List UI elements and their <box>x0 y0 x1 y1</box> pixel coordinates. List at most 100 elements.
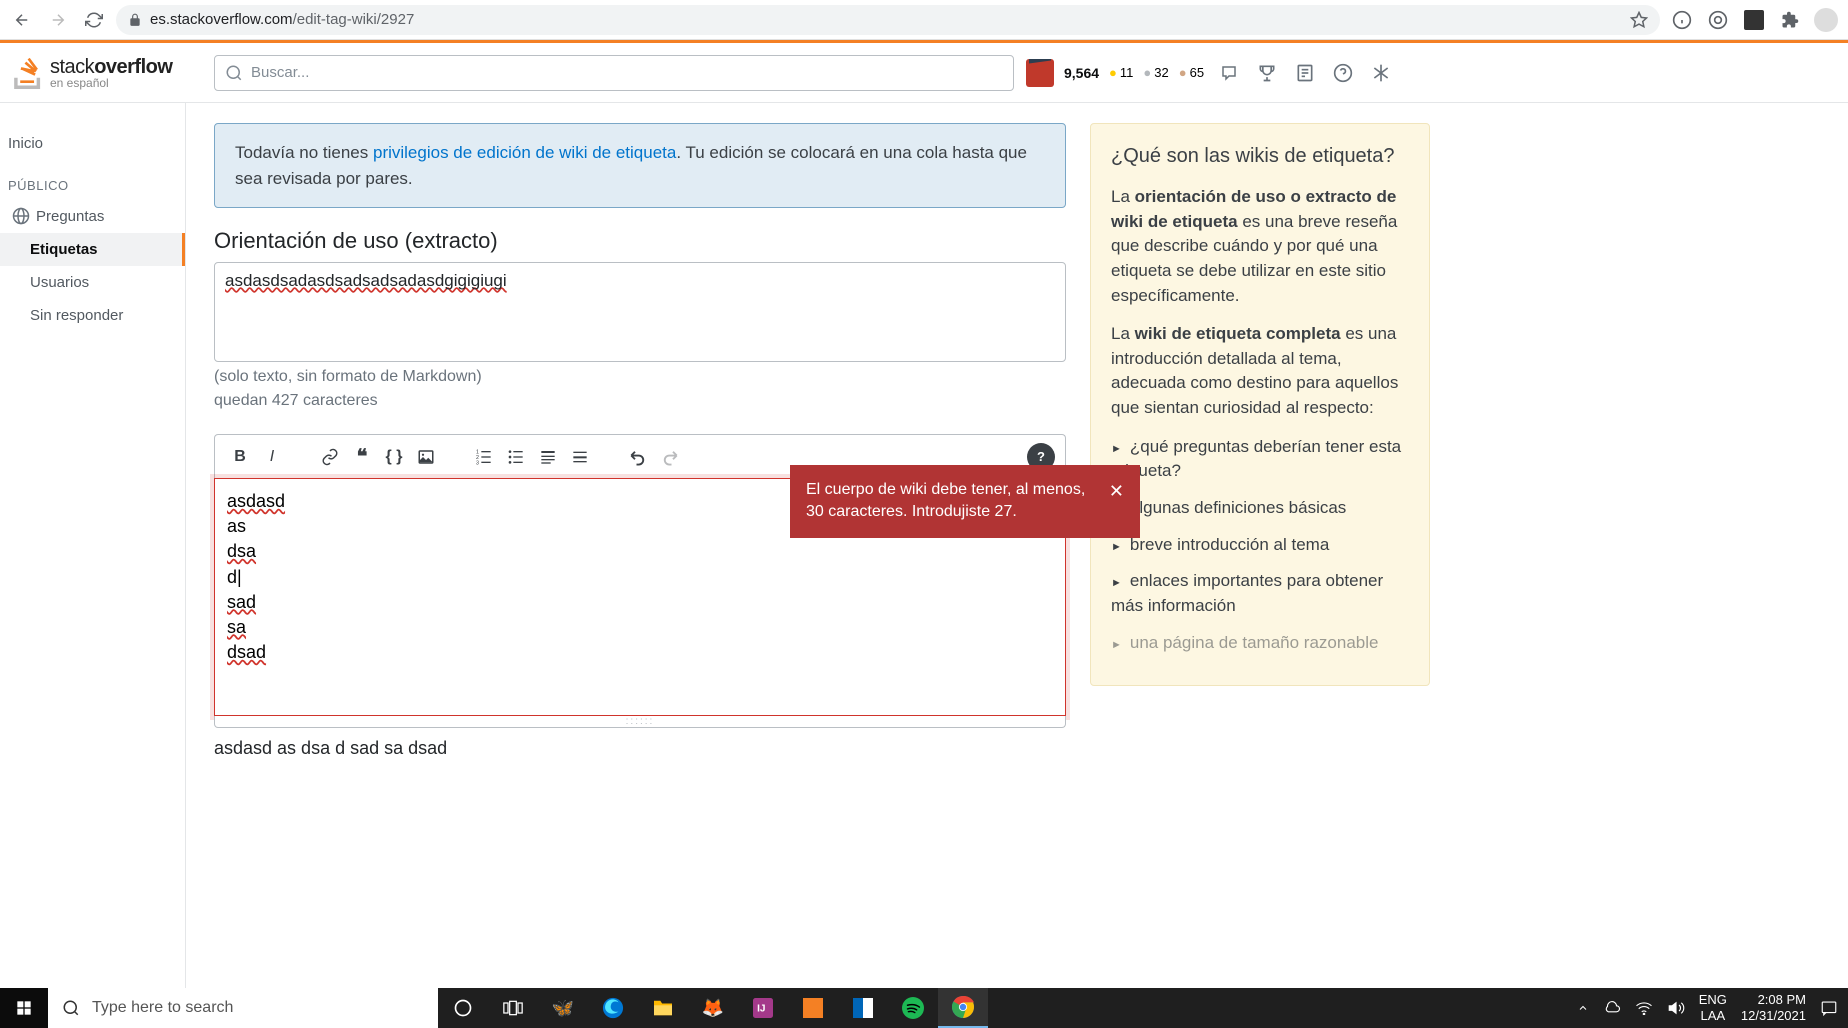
lock-icon <box>128 13 142 27</box>
search-icon <box>225 64 243 82</box>
privilege-notice: Todavía no tienes privilegios de edición… <box>214 123 1066 208</box>
silver-badges: 32 <box>1143 65 1168 80</box>
notifications-icon[interactable] <box>1820 999 1838 1017</box>
error-close-button[interactable]: ✕ <box>1109 479 1124 504</box>
logo-icon <box>12 57 44 89</box>
edge-icon[interactable] <box>588 988 638 1028</box>
profile-avatar-icon[interactable] <box>1812 6 1840 34</box>
code-button[interactable]: { } <box>379 442 409 472</box>
help-li-1: ¿qué preguntas deberían tener esta etiqu… <box>1111 435 1409 484</box>
info-icon[interactable] <box>1668 6 1696 34</box>
app-icon[interactable]: 🦋 <box>538 988 588 1028</box>
url-text: es.stackoverflow.com/edit-tag-wiki/2927 <box>150 11 414 28</box>
preview-text: asdasd as dsa d sad sa dsad <box>214 738 1066 759</box>
browser-toolbar: es.stackoverflow.com/edit-tag-wiki/2927 <box>0 0 1848 40</box>
svg-text:IJ: IJ <box>757 1003 765 1014</box>
olist-button[interactable]: 123 <box>469 442 499 472</box>
tray-date[interactable]: 12/31/2021 <box>1741 1008 1806 1024</box>
start-button[interactable] <box>0 988 48 1028</box>
hr-button[interactable] <box>565 442 595 472</box>
left-sidebar: Inicio PÚBLICO Preguntas Etiquetas Usuar… <box>0 103 186 988</box>
ide-icon[interactable]: IJ <box>738 988 788 1028</box>
excerpt-chars-remaining: quedan 427 caracteres <box>214 392 1066 410</box>
wifi-icon[interactable] <box>1635 1001 1653 1015</box>
volume-icon[interactable] <box>1667 1000 1685 1016</box>
app-icon-3[interactable] <box>838 988 888 1028</box>
brand-b: overflow <box>94 56 172 78</box>
review-icon[interactable] <box>1292 60 1318 86</box>
tray-lang[interactable]: ENG <box>1699 992 1727 1008</box>
cortana-icon[interactable] <box>438 988 488 1028</box>
extensions-puzzle-icon[interactable] <box>1776 6 1804 34</box>
taskbar-search-placeholder: Type here to search <box>92 999 233 1017</box>
explorer-icon[interactable] <box>638 988 688 1028</box>
link-button[interactable] <box>315 442 345 472</box>
excerpt-hint-format: (solo texto, sin formato de Markdown) <box>214 368 1066 386</box>
redo-button[interactable] <box>655 442 685 472</box>
spotify-icon[interactable] <box>888 988 938 1028</box>
tray-time[interactable]: 2:08 PM <box>1741 992 1806 1008</box>
help-li-3: breve introducción al tema <box>1111 533 1409 558</box>
excerpt-heading: Orientación de uso (extracto) <box>214 228 1066 254</box>
cloud-icon[interactable] <box>1603 1001 1621 1015</box>
privilege-link[interactable]: privilegios de edición de wiki de etique… <box>373 143 676 162</box>
nav-unanswered[interactable]: Sin responder <box>0 299 185 332</box>
search-input[interactable]: Buscar... <box>214 55 1014 91</box>
bookmark-star-icon[interactable] <box>1630 11 1648 29</box>
help-sidebar: ¿Qué son las wikis de etiqueta? La orien… <box>1090 123 1430 686</box>
help-icon[interactable] <box>1330 60 1356 86</box>
resize-grippie[interactable]: :::::: <box>214 716 1066 728</box>
help-li-5: una página de tamaño razonable <box>1111 631 1409 656</box>
search-icon <box>62 999 80 1017</box>
nav-home[interactable]: Inicio <box>0 127 185 160</box>
back-button[interactable] <box>8 6 36 34</box>
nav-users[interactable]: Usuarios <box>0 266 185 299</box>
chrome-icon[interactable] <box>938 988 988 1028</box>
notice-pre: Todavía no tienes <box>235 143 373 162</box>
nav-tags[interactable]: Etiquetas <box>0 233 185 266</box>
globe-icon <box>12 207 30 225</box>
svg-text:3: 3 <box>476 460 479 465</box>
logo[interactable]: stackoverflow en español <box>12 57 202 89</box>
search-placeholder: Buscar... <box>251 64 309 81</box>
taskbar-search[interactable]: Type here to search <box>48 988 438 1028</box>
undo-button[interactable] <box>623 442 653 472</box>
heading-button[interactable] <box>533 442 563 472</box>
tray-kbd[interactable]: LAA <box>1699 1008 1727 1024</box>
nav-questions-label: Preguntas <box>36 208 104 225</box>
user-stats[interactable]: 9,564 11 32 65 <box>1026 59 1204 87</box>
excerpt-value: asdasdsadasdsadsadsadasdgigigiugi <box>225 271 507 290</box>
bronze-badges: 65 <box>1179 65 1204 80</box>
reload-button[interactable] <box>80 6 108 34</box>
address-bar[interactable]: es.stackoverflow.com/edit-tag-wiki/2927 <box>116 5 1660 35</box>
ulist-button[interactable] <box>501 442 531 472</box>
bold-button[interactable]: B <box>225 442 255 472</box>
firefox-icon[interactable]: 🦊 <box>688 988 738 1028</box>
gold-badges: 11 <box>1109 65 1133 80</box>
nav-questions[interactable]: Preguntas <box>0 199 185 233</box>
user-avatar-icon <box>1026 59 1054 87</box>
brand-sub: en español <box>50 77 172 89</box>
error-line-2: 30 caracteres. Introdujiste 27. <box>806 501 1085 523</box>
help-li-4: enlaces importantes para obtener más inf… <box>1111 569 1409 618</box>
extension-icon[interactable] <box>1704 6 1732 34</box>
image-button[interactable] <box>411 442 441 472</box>
forward-button[interactable] <box>44 6 72 34</box>
reputation: 9,564 <box>1064 65 1099 81</box>
site-header: stackoverflow en español Buscar... 9,564… <box>0 43 1848 103</box>
extension-icon-2[interactable] <box>1740 6 1768 34</box>
italic-button[interactable]: I <box>257 442 287 472</box>
help-li-2: algunas definiciones básicas <box>1111 496 1409 521</box>
inbox-icon[interactable] <box>1216 60 1242 86</box>
snowflake-icon[interactable] <box>1368 60 1394 86</box>
windows-taskbar: Type here to search 🦋 🦊 IJ ENG LAA 2:08 … <box>0 988 1848 1028</box>
tray-chevron-icon[interactable] <box>1577 1002 1589 1014</box>
system-tray: ENG LAA 2:08 PM 12/31/2021 <box>1567 988 1848 1028</box>
quote-button[interactable]: ❝ <box>347 442 377 472</box>
error-line-1: El cuerpo de wiki debe tener, al menos, <box>806 479 1085 501</box>
app-icon-2[interactable] <box>788 988 838 1028</box>
achievements-icon[interactable] <box>1254 60 1280 86</box>
taskview-icon[interactable] <box>488 988 538 1028</box>
brand-a: stack <box>50 56 94 78</box>
excerpt-textarea[interactable]: asdasdsadasdsadsadsadasdgigigiugi <box>214 262 1066 362</box>
